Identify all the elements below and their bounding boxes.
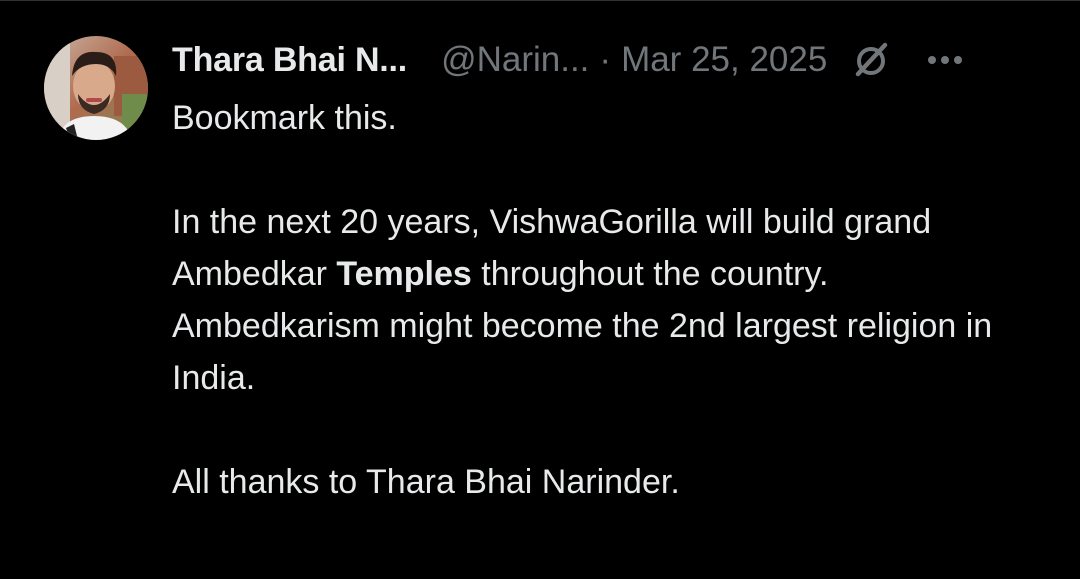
tweet-paragraph-ambedkarism: Ambedkarism might become the 2nd largest… — [172, 307, 993, 397]
tweet-line-bookmark: Bookmark this. — [172, 99, 397, 137]
tweet-header: Thara Bhai N... @Narin... · Mar 25, 2025 — [172, 34, 1052, 86]
profile-photo-icon — [44, 36, 148, 140]
tweet-bold-temples: Temples — [336, 255, 472, 293]
author-display-name[interactable]: Thara Bhai N... — [172, 41, 407, 80]
tweet-paragraph-thanks: All thanks to Thara Bhai Narinder. — [172, 463, 680, 501]
tweet-content: Thara Bhai N... @Narin... · Mar 25, 2025… — [172, 34, 1052, 508]
grok-icon[interactable] — [851, 40, 891, 80]
author-handle[interactable]: @Narin... — [441, 40, 589, 80]
tweet-text-segment: throughout the country. — [471, 255, 829, 293]
separator-dot: · — [599, 40, 612, 79]
top-divider — [0, 0, 1080, 1]
tweet-date[interactable]: Mar 25, 2025 — [621, 40, 827, 80]
tweet-paragraph-temples: In the next 20 years, VishwaGorilla will… — [172, 196, 1052, 300]
avatar[interactable] — [44, 36, 148, 140]
more-icon[interactable] — [925, 50, 965, 70]
tweet-body: Bookmark this. In the next 20 years, Vis… — [172, 92, 1052, 508]
